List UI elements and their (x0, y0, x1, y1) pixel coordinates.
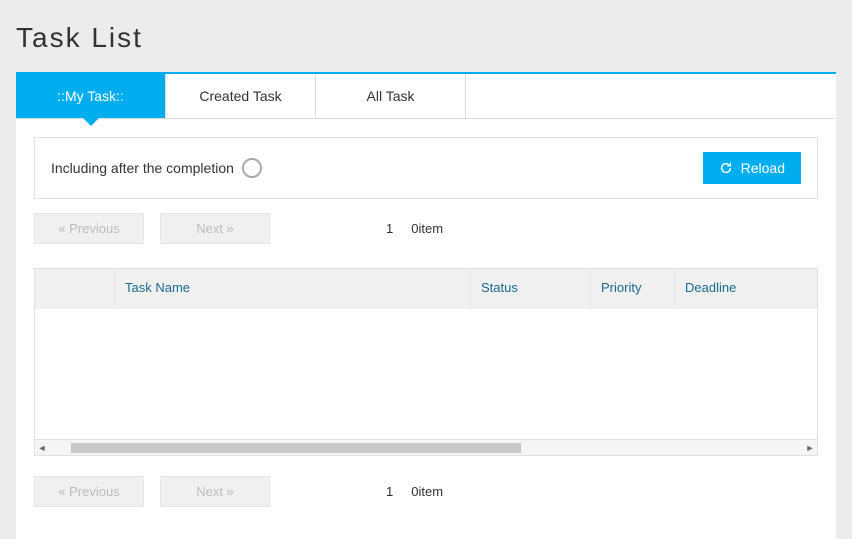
current-page-bottom: 1 (386, 484, 393, 499)
column-priority[interactable]: Priority (591, 269, 675, 309)
pagination-info-top: 1 0item (386, 221, 443, 236)
column-status[interactable]: Status (471, 269, 591, 309)
prev-button-bottom[interactable]: « Previous (34, 476, 144, 507)
table-body (35, 309, 817, 439)
filter-bar: Including after the completion Reload (34, 137, 818, 199)
tab-bar: ::My Task:: Created Task All Task (16, 74, 836, 119)
page-title: Task List (0, 0, 852, 72)
next-button-top[interactable]: Next » (160, 213, 270, 244)
current-page-top: 1 (386, 221, 393, 236)
include-complete-radio[interactable] (242, 158, 262, 178)
pagination-top: « Previous Next » 1 0item (34, 213, 818, 244)
column-deadline[interactable]: Deadline (675, 269, 817, 309)
scroll-thumb[interactable] (71, 443, 521, 453)
filter-include-complete: Including after the completion (51, 158, 262, 178)
pagination-info-bottom: 1 0item (386, 484, 443, 499)
scroll-track[interactable] (53, 443, 799, 453)
tab-created-task[interactable]: Created Task (166, 74, 316, 118)
tab-content: Including after the completion Reload « … (16, 119, 836, 539)
reload-icon (719, 161, 733, 175)
column-task-name[interactable]: Task Name (115, 269, 471, 309)
reload-button[interactable]: Reload (703, 152, 801, 184)
reload-label: Reload (741, 160, 785, 176)
next-button-bottom[interactable]: Next » (160, 476, 270, 507)
scroll-left-icon[interactable]: ◄ (35, 441, 49, 455)
item-count-top: 0item (411, 221, 443, 236)
task-table: Task Name Status Priority Deadline ◄ ► (34, 268, 818, 456)
prev-button-top[interactable]: « Previous (34, 213, 144, 244)
table-header: Task Name Status Priority Deadline (35, 269, 817, 309)
column-checkbox (35, 269, 115, 309)
item-count-bottom: 0item (411, 484, 443, 499)
filter-label: Including after the completion (51, 160, 234, 176)
pagination-bottom: « Previous Next » 1 0item (34, 476, 818, 507)
tab-my-task[interactable]: ::My Task:: (16, 74, 166, 118)
horizontal-scrollbar[interactable]: ◄ ► (35, 439, 817, 455)
tab-all-task[interactable]: All Task (316, 74, 466, 118)
scroll-right-icon[interactable]: ► (803, 441, 817, 455)
task-panel: ::My Task:: Created Task All Task Includ… (16, 72, 836, 539)
